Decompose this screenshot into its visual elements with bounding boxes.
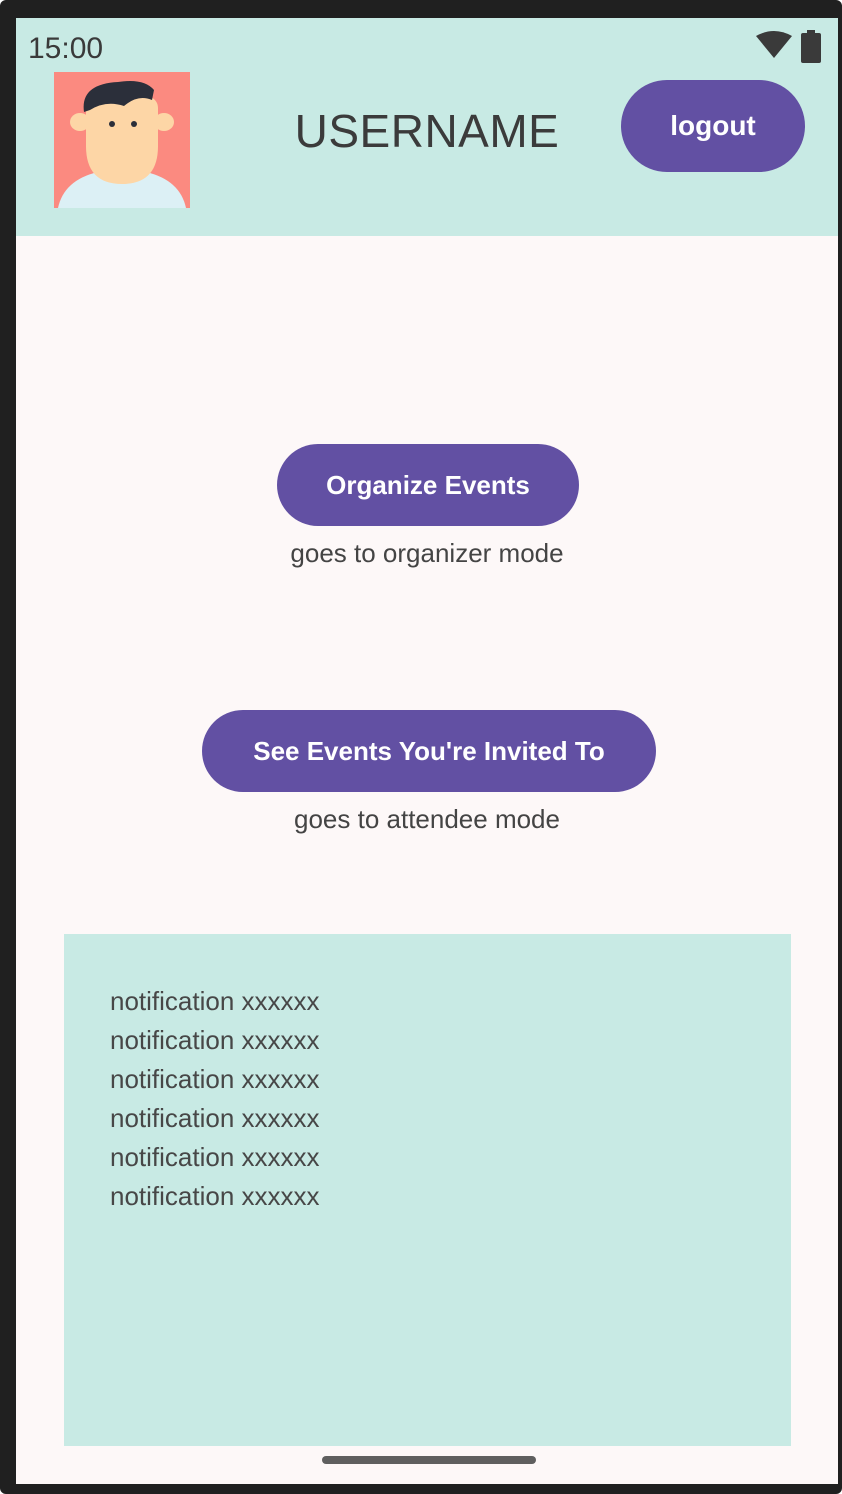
wifi-icon — [754, 30, 794, 65]
notification-item[interactable]: notification xxxxxx — [110, 982, 320, 1021]
battery-icon — [800, 30, 822, 69]
notification-item[interactable]: notification xxxxxx — [110, 1099, 320, 1138]
home-indicator[interactable] — [322, 1456, 536, 1464]
logout-button[interactable]: logout — [621, 80, 805, 172]
notification-item[interactable]: notification xxxxxx — [110, 1138, 320, 1177]
notification-panel[interactable]: notification xxxxxx notification xxxxxx … — [64, 934, 791, 1446]
notification-item[interactable]: notification xxxxxx — [110, 1177, 320, 1216]
device-frame: 15:00 USERNAME logout Organize Events go… — [0, 0, 842, 1494]
invited-events-button[interactable]: See Events You're Invited To — [202, 710, 656, 792]
organize-events-button[interactable]: Organize Events — [277, 444, 579, 526]
header: 15:00 USERNAME logout — [16, 18, 838, 236]
notification-item[interactable]: notification xxxxxx — [110, 1060, 320, 1099]
attendee-caption: goes to attendee mode — [294, 804, 560, 834]
organizer-caption: goes to organizer mode — [290, 538, 564, 568]
status-icons — [754, 30, 822, 69]
app-screen: 15:00 USERNAME logout Organize Events go… — [16, 18, 838, 1484]
notification-item[interactable]: notification xxxxxx — [110, 1021, 320, 1060]
notification-list: notification xxxxxx notification xxxxxx … — [110, 982, 320, 1216]
status-time: 15:00 — [28, 32, 104, 65]
